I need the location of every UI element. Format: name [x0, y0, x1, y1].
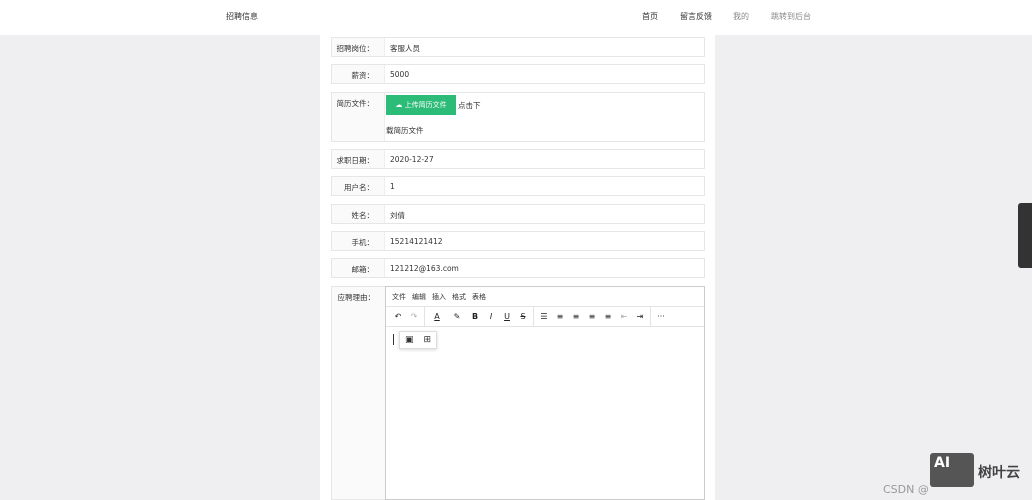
- field-username[interactable]: 用户名： 1: [331, 176, 705, 196]
- editor-toolbar: ↶ ↷ A ✎ B I U S ☰ ≡ ≡ ≡ ≡ ⇤ ⇥ ···: [386, 306, 704, 327]
- top-header: 招聘信息 首页 留言反馈 我的 跳转到后台: [0, 0, 1032, 35]
- table-icon[interactable]: ⊞: [423, 335, 431, 345]
- field-value: 2020-12-27: [390, 155, 434, 164]
- rich-text-editor[interactable]: 文件 编辑 插入 格式 表格 ↶ ↷ A ✎ B I U S ☰ ≡ ≡ ≡ ≡ ⇤ ⇥…: [385, 286, 705, 500]
- underline-icon[interactable]: U: [499, 312, 515, 321]
- text-cursor: [393, 334, 394, 345]
- bold-icon[interactable]: B: [467, 312, 483, 321]
- image-icon[interactable]: ▣: [405, 335, 414, 345]
- menu-insert[interactable]: 插入: [432, 293, 446, 301]
- watermark-text: CSDN @: [883, 483, 929, 496]
- divider: [424, 306, 425, 327]
- field-email[interactable]: 邮箱： 121212@163.com: [331, 258, 705, 278]
- field-label: 手机：: [332, 232, 385, 250]
- brand-title: 招聘信息: [226, 12, 258, 21]
- menu-edit[interactable]: 编辑: [412, 293, 426, 301]
- divider: [650, 306, 651, 327]
- field-label: 招聘岗位：: [332, 38, 385, 56]
- field-label: 姓名：: [332, 205, 385, 223]
- strikethrough-icon[interactable]: S: [515, 312, 531, 321]
- field-salary[interactable]: 薪资： 5000: [331, 64, 705, 84]
- outdent-icon[interactable]: ⇤: [616, 312, 632, 321]
- side-drawer-tab[interactable]: [1018, 203, 1032, 268]
- nav-home[interactable]: 首页: [642, 11, 658, 22]
- highlight-icon[interactable]: ✎: [447, 312, 467, 321]
- field-name[interactable]: 姓名： 刘倩: [331, 204, 705, 224]
- field-value: 客服人员: [390, 44, 420, 53]
- field-value: 刘倩: [390, 211, 405, 220]
- italic-icon[interactable]: I: [483, 312, 499, 321]
- field-label: 薪资：: [332, 65, 385, 83]
- field-value: 121212@163.com: [390, 264, 459, 273]
- indent-icon[interactable]: ⇥: [632, 312, 648, 321]
- field-date[interactable]: 求职日期： 2020-12-27: [331, 149, 705, 169]
- quick-insert-popup: ▣ ⊞: [399, 331, 437, 349]
- field-reason: 应聘理由：: [331, 286, 385, 500]
- field-label: 应聘理由：: [332, 287, 385, 499]
- align-center-icon[interactable]: ≡: [568, 312, 584, 321]
- align-right-icon[interactable]: ≡: [584, 312, 600, 321]
- ai-logo: AI: [930, 453, 974, 487]
- field-label: 简历文件：: [332, 93, 385, 141]
- text-color-icon[interactable]: A: [427, 312, 447, 321]
- field-value: 15214121412: [390, 237, 443, 246]
- field-label: 求职日期：: [332, 150, 385, 168]
- upload-label: 上传简历文件: [404, 101, 447, 109]
- download-resume-link[interactable]: 载简历文件: [386, 125, 424, 136]
- field-position[interactable]: 招聘岗位： 客服人员: [331, 37, 705, 57]
- divider: [533, 306, 534, 327]
- list-icon[interactable]: ☰: [536, 312, 552, 321]
- editor-menubar: 文件 编辑 插入 格式 表格: [386, 287, 704, 307]
- field-label: 邮箱：: [332, 259, 385, 277]
- align-left-icon[interactable]: ≡: [552, 312, 568, 321]
- justify-icon[interactable]: ≡: [600, 312, 616, 321]
- watermark-brand: 树叶云: [978, 465, 1020, 481]
- field-phone[interactable]: 手机： 15214121412: [331, 231, 705, 251]
- nav-feedback[interactable]: 留言反馈: [680, 11, 712, 22]
- field-label: 用户名：: [332, 177, 385, 195]
- menu-format[interactable]: 格式: [452, 293, 466, 301]
- more-icon[interactable]: ···: [653, 312, 669, 321]
- upload-hint: 点击下: [458, 101, 481, 110]
- upload-resume-button[interactable]: ☁ 上传简历文件: [386, 95, 456, 115]
- menu-table[interactable]: 表格: [472, 293, 486, 301]
- nav-admin[interactable]: 跳转到后台: [771, 11, 811, 22]
- nav-mine[interactable]: 我的: [733, 11, 749, 22]
- field-value: 1: [390, 182, 395, 191]
- field-value: 5000: [390, 70, 410, 79]
- redo-icon[interactable]: ↷: [406, 312, 422, 321]
- field-resume: 简历文件： ☁ 上传简历文件 点击下 载简历文件: [331, 92, 705, 142]
- undo-icon[interactable]: ↶: [390, 312, 406, 321]
- cloud-upload-icon: ☁: [395, 101, 405, 109]
- menu-file[interactable]: 文件: [392, 293, 406, 301]
